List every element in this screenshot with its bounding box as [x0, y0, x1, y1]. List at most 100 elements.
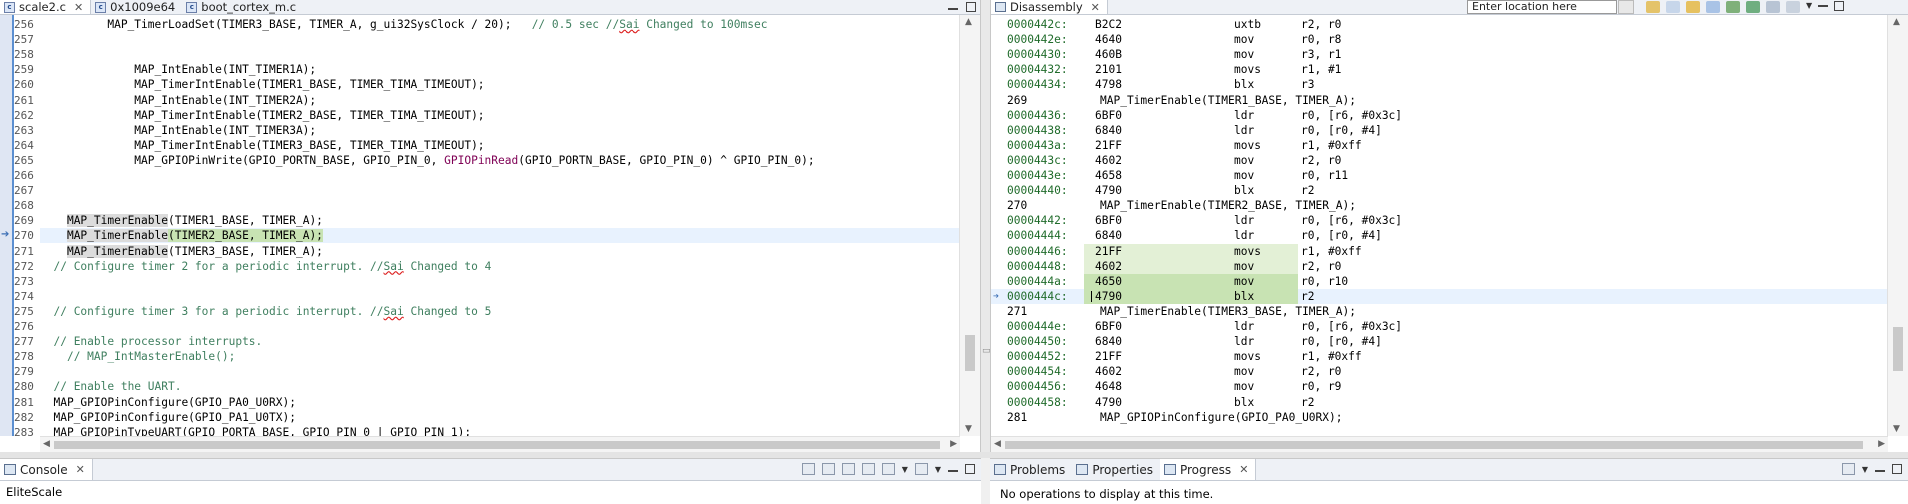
new-view-icon[interactable] — [1766, 1, 1780, 13]
tab-properties[interactable]: Properties — [1072, 459, 1160, 480]
disassembly-row[interactable]: 0000443e: 4658 mov r0, r11 — [991, 168, 1888, 183]
disassembly-row[interactable]: 00004444: 6840 ldr r0, [r0, #4] — [991, 228, 1888, 243]
scroll-lock-icon[interactable] — [821, 463, 835, 475]
close-icon[interactable]: ✕ — [1239, 463, 1248, 476]
tab-0x1009e64[interactable]: c 0x1009e64 — [91, 0, 182, 14]
disassembly-row[interactable]: 00004448: 4602 mov r2, r0 — [991, 258, 1888, 274]
code-line[interactable]: MAP_GPIOPinTypeUART(GPIO_PORTA_BASE, GPI… — [40, 425, 471, 436]
open-console-icon[interactable] — [914, 463, 928, 475]
source-line[interactable]: 281 MAP_GPIOPinConfigure(GPIO_PA0_U0RX); — [991, 410, 1888, 425]
code-line[interactable]: // MAP_IntMasterEnable(); — [40, 349, 235, 364]
close-icon[interactable]: ✕ — [76, 463, 85, 476]
disassembly-row[interactable]: 00004458: 4790 blx r2 — [991, 395, 1888, 410]
disassembly-row[interactable]: ➔ 0000444c: 4790 blx r2 — [991, 288, 1888, 304]
minimize-icon[interactable] — [1818, 1, 1829, 7]
clear-console-icon[interactable] — [801, 463, 815, 475]
code-line[interactable]: MAP_GPIOPinConfigure(GPIO_PA1_U0TX); — [40, 410, 295, 425]
pin-console-icon[interactable] — [861, 463, 875, 475]
disassembly-row[interactable]: 0000442c: B2C2 uxtb r2, r0 — [991, 17, 1888, 32]
code-line[interactable]: // Configure timer 2 for a periodic inte… — [40, 259, 491, 274]
maximize-icon[interactable] — [1834, 1, 1845, 11]
remove-all-icon[interactable] — [1841, 463, 1855, 475]
code-line[interactable]: // Enable the UART. — [40, 379, 181, 394]
disassembly-row[interactable]: 00004446: 21FF movs r1, #0xff — [991, 243, 1888, 259]
link-icon[interactable] — [1686, 1, 1700, 13]
scroll-right-icon[interactable]: ▶ — [1878, 439, 1885, 449]
disassembly-vertical-scrollbar[interactable]: ▲ ▼ — [1887, 15, 1908, 436]
tab-scale2-c[interactable]: c scale2.c ✕ — [0, 0, 92, 14]
minimize-icon[interactable] — [948, 466, 958, 472]
sync-icon[interactable] — [1746, 1, 1760, 13]
search-icon[interactable] — [1706, 1, 1720, 13]
disassembly-listing[interactable]: 0000442c: B2C2 uxtb r2, r0 0000442e: 4640 mov r… — [991, 15, 1888, 436]
disassembly-row[interactable]: 00004442: 6BF0 ldr r0, [r6, #0x3c] — [991, 213, 1888, 228]
source-line[interactable]: 271 MAP_TimerEnable(TIMER3_BASE, TIMER_A)… — [991, 304, 1888, 319]
disassembly-row[interactable]: 00004454: 4602 mov r2, r0 — [991, 364, 1888, 379]
minimize-icon[interactable] — [948, 4, 958, 10]
scroll-down-icon[interactable]: ▼ — [1893, 424, 1900, 434]
maximize-icon[interactable] — [966, 2, 976, 12]
code-line[interactable]: MAP_TimerIntEnable(TIMER2_BASE, TIMER_TI… — [40, 108, 484, 123]
source-line[interactable]: 269 MAP_TimerEnable(TIMER1_BASE, TIMER_A)… — [991, 93, 1888, 108]
disassembly-row[interactable]: 00004450: 6840 ldr r0, [r0, #4] — [991, 334, 1888, 349]
word-wrap-icon[interactable] — [841, 463, 855, 475]
scroll-up-icon[interactable]: ▲ — [1893, 17, 1900, 27]
tab-progress[interactable]: Progress ✕ — [1159, 459, 1257, 480]
code-line[interactable]: MAP_TimerEnable(TIMER2_BASE, TIMER_A); — [40, 228, 323, 243]
scroll-down-icon[interactable]: ▼ — [965, 424, 972, 434]
code-line[interactable]: // Enable processor interrupts. — [40, 334, 262, 349]
scroll-thumb[interactable] — [965, 335, 975, 371]
disassembly-row[interactable]: 00004432: 2101 movs r1, #1 — [991, 62, 1888, 77]
editor-horizontal-scrollbar[interactable]: ◀ ▶ — [40, 436, 960, 452]
pin-icon[interactable] — [1786, 1, 1800, 13]
location-input[interactable]: Enter location here — [1467, 0, 1617, 14]
code-line[interactable]: MAP_IntEnable(INT_TIMER3A); — [40, 123, 316, 138]
code-line[interactable]: MAP_GPIOPinConfigure(GPIO_PA0_U0RX); — [40, 395, 295, 410]
maximize-icon[interactable] — [1892, 464, 1902, 474]
minimize-icon[interactable] — [1875, 466, 1885, 472]
pane-divider[interactable]: ▭ — [981, 0, 991, 452]
disassembly-row[interactable]: 0000444e: 6BF0 ldr r0, [r6, #0x3c] — [991, 319, 1888, 334]
code-line[interactable]: MAP_IntEnable(INT_TIMER2A); — [40, 93, 316, 108]
disassembly-row[interactable]: 00004440: 4790 blx r2 — [991, 183, 1888, 198]
disassembly-row[interactable]: 0000443a: 21FF movs r1, #0xff — [991, 138, 1888, 153]
disassembly-row[interactable]: 00004438: 6840 ldr r0, [r0, #4] — [991, 123, 1888, 138]
code-line[interactable]: MAP_GPIOPinWrite(GPIO_PORTN_BASE, GPIO_P… — [40, 153, 814, 168]
code-line[interactable]: // Configure timer 3 for a periodic inte… — [40, 304, 491, 319]
disassembly-row[interactable]: 00004456: 4648 mov r0, r9 — [991, 379, 1888, 394]
code-line[interactable]: MAP_TimerLoadSet(TIMER3_BASE, TIMER_A, g… — [40, 17, 767, 32]
disassembly-row[interactable]: 00004436: 6BF0 ldr r0, [r6, #0x3c] — [991, 108, 1888, 123]
code-line[interactable]: MAP_TimerIntEnable(TIMER3_BASE, TIMER_TI… — [40, 138, 484, 153]
refresh-icon[interactable] — [1646, 1, 1660, 13]
disassembly-row[interactable]: 00004430: 460B mov r3, r1 — [991, 47, 1888, 62]
scroll-thumb[interactable] — [54, 441, 940, 449]
editor-vertical-scrollbar[interactable]: ▲ ▼ — [959, 15, 980, 436]
chevron-down-icon[interactable]: ▼ — [1806, 1, 1812, 13]
code-line[interactable]: MAP_IntEnable(INT_TIMER1A); — [40, 62, 316, 77]
scroll-up-icon[interactable]: ▲ — [965, 17, 972, 27]
code-line[interactable]: MAP_TimerIntEnable(TIMER1_BASE, TIMER_TI… — [40, 77, 484, 92]
code-editor[interactable]: 256 MAP_TimerLoadSet(TIMER3_BASE, TIMER_… — [0, 15, 960, 436]
scroll-left-icon[interactable]: ◀ — [43, 439, 50, 449]
tab-problems[interactable]: Problems — [990, 459, 1072, 480]
disassembly-row[interactable]: 0000444a: 4650 mov r0, r10 — [991, 273, 1888, 289]
tab-disassembly[interactable]: Disassembly ✕ — [991, 0, 1108, 14]
tab-console[interactable]: Console ✕ — [0, 459, 93, 480]
home-icon[interactable] — [1666, 1, 1680, 13]
scroll-thumb[interactable] — [1005, 441, 1863, 449]
disassembly-horizontal-scrollbar[interactable]: ◀ ▶ — [991, 436, 1888, 452]
source-line[interactable]: 270 MAP_TimerEnable(TIMER2_BASE, TIMER_A)… — [991, 198, 1888, 213]
go-to-location-button[interactable] — [1618, 0, 1634, 14]
close-icon[interactable]: ✕ — [74, 1, 83, 14]
scroll-right-icon[interactable]: ▶ — [950, 439, 957, 449]
disassembly-row[interactable]: 0000442e: 4640 mov r0, r8 — [991, 32, 1888, 47]
tab-boot-cortex-m-c[interactable]: c boot_cortex_m.c — [182, 0, 303, 14]
disassembly-row[interactable]: 0000443c: 4602 mov r2, r0 — [991, 153, 1888, 168]
step-icon[interactable] — [1726, 1, 1740, 13]
display-console-icon[interactable] — [881, 463, 895, 475]
chevron-down-icon[interactable]: ▼ — [1862, 465, 1868, 474]
disassembly-row[interactable]: 00004452: 21FF movs r1, #0xff — [991, 349, 1888, 364]
code-line[interactable]: MAP_TimerEnable(TIMER3_BASE, TIMER_A); — [40, 244, 323, 259]
scroll-left-icon[interactable]: ◀ — [994, 439, 1001, 449]
close-icon[interactable]: ✕ — [1091, 1, 1100, 14]
